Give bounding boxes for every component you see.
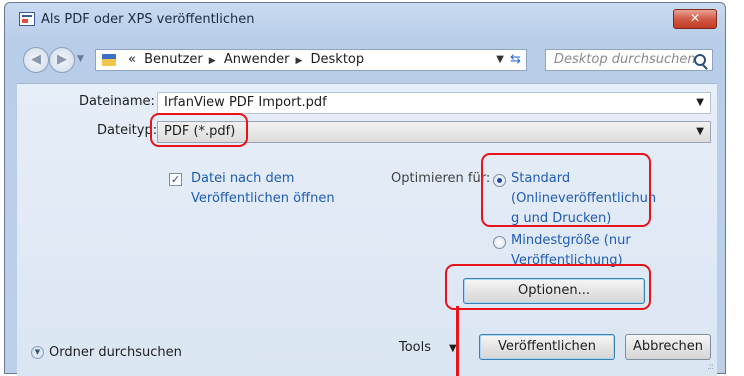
- address-dropdown-icon[interactable]: ▼: [496, 54, 504, 65]
- breadcrumb-anwender[interactable]: Anwender: [224, 52, 290, 67]
- search-placeholder: Desktop durchsuchen: [554, 52, 696, 67]
- breadcrumb-overflow[interactable]: «: [128, 52, 136, 67]
- dialog-title: Als PDF oder XPS veröffentlichen: [41, 12, 255, 27]
- open-after-publish-line2: Veröffentlichen öffnen: [191, 191, 335, 206]
- chevron-down-icon[interactable]: ▼: [31, 346, 44, 359]
- title-bar: Als PDF oder XPS veröffentlichen ✕: [5, 3, 725, 41]
- chevron-down-icon[interactable]: ▼: [696, 97, 704, 108]
- back-button[interactable]: ◀: [23, 47, 49, 73]
- minimum-size-radio[interactable]: [493, 236, 506, 249]
- filetype-label: Dateityp:: [97, 123, 158, 138]
- search-icon[interactable]: [694, 54, 706, 66]
- forward-button[interactable]: ▶: [49, 47, 75, 73]
- chevron-right-icon[interactable]: ▶: [295, 56, 302, 66]
- close-button[interactable]: ✕: [673, 9, 717, 29]
- navigation-bar: ◀ ▶ ▼ « Benutzer ▶ Anwender ▶ Desktop ▼ ⇆ …: [5, 43, 725, 79]
- resize-grip-icon[interactable]: .::: [707, 362, 714, 372]
- recent-pages-dropdown[interactable]: ▼: [77, 54, 84, 64]
- app-icon: [19, 12, 35, 26]
- filetype-highlight: [150, 113, 248, 147]
- cancel-button[interactable]: Abbrechen: [625, 334, 711, 360]
- dialog-content: Dateiname: IrfanView PDF Import.pdf ▼ Da…: [17, 83, 717, 376]
- breadcrumb: « Benutzer ▶ Anwender ▶ Desktop: [128, 52, 368, 67]
- publish-button[interactable]: Veröffentlichen: [479, 334, 615, 360]
- options-highlight: [445, 264, 651, 310]
- minimum-line1: Mindestgröße (nur: [511, 233, 631, 248]
- standard-highlight: [481, 153, 651, 227]
- filename-value: IrfanView PDF Import.pdf: [164, 95, 327, 110]
- address-bar[interactable]: « Benutzer ▶ Anwender ▶ Desktop ▼ ⇆: [95, 49, 527, 71]
- open-after-publish-checkbox[interactable]: ✓: [169, 173, 182, 186]
- breadcrumb-desktop[interactable]: Desktop: [311, 52, 365, 67]
- optimize-label: Optimieren für:: [391, 171, 491, 186]
- browse-folders-toggle[interactable]: Ordner durchsuchen: [49, 345, 182, 360]
- chevron-down-icon[interactable]: ▼: [696, 126, 704, 137]
- search-input[interactable]: Desktop durchsuchen: [545, 49, 713, 71]
- tools-menu[interactable]: Tools: [399, 340, 431, 355]
- chevron-right-icon[interactable]: ▶: [209, 56, 216, 66]
- breadcrumb-benutzer[interactable]: Benutzer: [144, 52, 203, 67]
- folder-icon: [102, 54, 116, 66]
- options-pointer-line: [456, 306, 459, 376]
- refresh-icon[interactable]: ⇆: [510, 52, 521, 67]
- filename-label: Dateiname:: [79, 94, 155, 109]
- filename-field[interactable]: IrfanView PDF Import.pdf ▼: [157, 92, 711, 114]
- open-after-publish-line1: Datei nach dem: [191, 171, 295, 186]
- open-after-publish-label[interactable]: Datei nach dem Veröffentlichen öffnen: [191, 169, 335, 209]
